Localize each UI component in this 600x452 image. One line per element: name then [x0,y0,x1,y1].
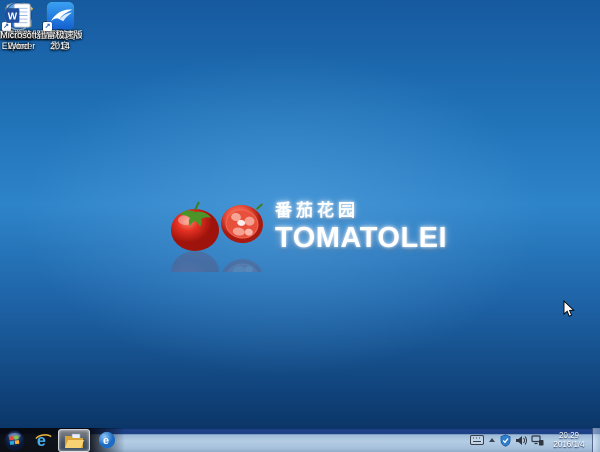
volume-icon[interactable] [515,435,527,446]
system-tray: 20:29 2016/1/4 [470,428,590,452]
browser-taskbar-icon: e [98,431,116,449]
taskbar: e e [0,428,600,452]
clock-date: 2016/1/4 [548,440,590,450]
word-icon: W [4,2,33,29]
start-button[interactable] [2,428,26,452]
clock-time: 20:29 [548,431,590,441]
input-method-keyboard-icon[interactable] [470,435,484,445]
hidden-icons-chevron-icon[interactable] [488,437,496,443]
logo-title-en: TOMATOLEI [275,222,447,255]
show-desktop-button[interactable] [592,428,600,452]
tomatolei-logo: 番茄花园 TOMATOLEI [168,190,468,275]
start-orb-icon [4,430,25,451]
ie-taskbar-icon: e [34,431,53,450]
tomatoes-illustration [168,190,272,272]
taskbar-clock[interactable]: 20:29 2016/1/4 [548,431,590,450]
svg-text:e: e [103,435,109,447]
taskbar-ie-button[interactable]: e [32,428,54,452]
logo-title-cn: 番茄花园 [275,196,447,221]
mouse-cursor [563,300,575,318]
taskbar-browser-button[interactable]: e [96,428,118,452]
svg-text:W: W [8,11,18,22]
network-status-icon[interactable] [531,435,544,446]
icon-label: 迅雷极速版 [38,30,83,41]
action-center-shield-icon[interactable] [500,434,511,447]
explorer-taskbar-icon [64,433,84,449]
desktop-icon-xunlei[interactable]: ↗ 迅雷极速版 [38,0,82,41]
taskbar-explorer-button-active[interactable] [58,429,90,452]
icon-label: Microsoft [0,30,37,41]
shortcut-arrow-icon: ↗ [43,22,52,31]
desktop-wallpaper: 番茄花园 TOMATOLEI Administr... iQIYI ↗ 爱奇艺P… [0,0,600,428]
desktop-icon-word[interactable]: W Microsoft Word [0,0,37,51]
